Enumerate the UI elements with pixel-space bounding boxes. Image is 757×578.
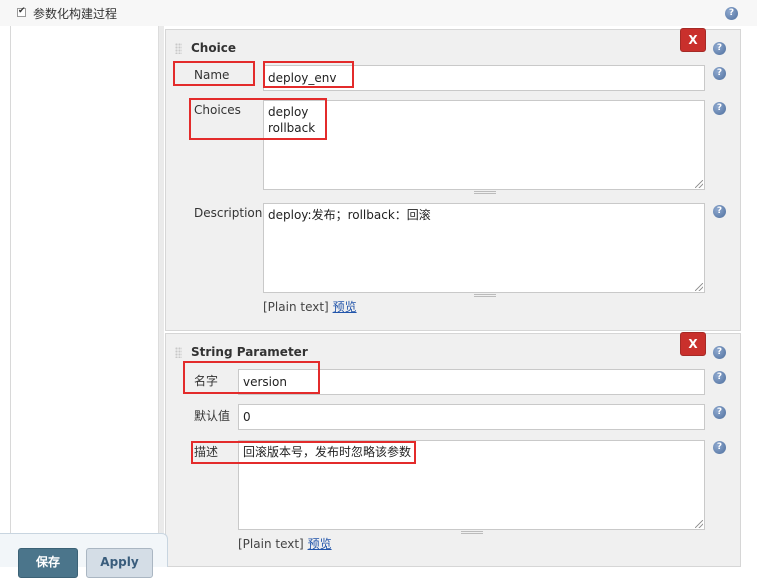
help-icon[interactable]: ?	[713, 42, 726, 55]
plain-text-label: [Plain text]	[238, 537, 304, 551]
delete-string-parameter-button[interactable]: X	[680, 332, 706, 356]
string-default-label: 默认值	[194, 409, 231, 423]
drag-handle-icon[interactable]	[175, 347, 182, 358]
help-icon[interactable]: ?	[713, 406, 726, 419]
plain-text-label: [Plain text]	[263, 300, 329, 314]
nested-section-bar	[158, 26, 164, 567]
parameterized-build-label: 参数化构建过程	[33, 7, 118, 21]
choice-description-textarea[interactable]: deploy:发布；rollback：回滚	[263, 203, 705, 293]
help-icon[interactable]: ?	[713, 371, 726, 384]
save-button[interactable]: 保存	[18, 548, 78, 578]
string-parameter-title: String Parameter	[191, 345, 308, 359]
help-icon[interactable]: ?	[713, 102, 726, 115]
annotation-box	[263, 61, 354, 88]
tree-guide-line	[10, 26, 11, 567]
help-icon[interactable]: ?	[725, 7, 738, 20]
drag-handle-icon[interactable]	[175, 43, 182, 54]
choice-description-label: Description	[194, 206, 263, 220]
help-icon[interactable]: ?	[713, 67, 726, 80]
preview-link[interactable]: 预览	[333, 300, 357, 314]
textarea-resize-handle[interactable]	[474, 191, 496, 194]
annotation-box	[173, 61, 255, 86]
textarea-resize-handle[interactable]	[474, 294, 496, 297]
annotation-box	[191, 441, 416, 464]
preview-link[interactable]: 预览	[308, 537, 332, 551]
parameterized-build-checkbox[interactable]	[17, 6, 26, 17]
annotation-box	[189, 98, 327, 140]
help-icon[interactable]: ?	[713, 205, 726, 218]
apply-button[interactable]: Apply	[86, 548, 153, 578]
choice-description-format: [Plain text] 预览	[263, 298, 357, 315]
string-default-input[interactable]: 0	[238, 404, 705, 430]
help-icon[interactable]: ?	[713, 441, 726, 454]
delete-choice-parameter-button[interactable]: X	[680, 28, 706, 52]
help-icon[interactable]: ?	[713, 346, 726, 359]
choices-textarea[interactable]: deploy rollback	[263, 100, 705, 190]
annotation-box	[183, 361, 320, 394]
string-description-format: [Plain text] 预览	[238, 535, 332, 552]
textarea-resize-handle[interactable]	[461, 531, 483, 534]
choice-parameter-title: Choice	[191, 41, 236, 55]
